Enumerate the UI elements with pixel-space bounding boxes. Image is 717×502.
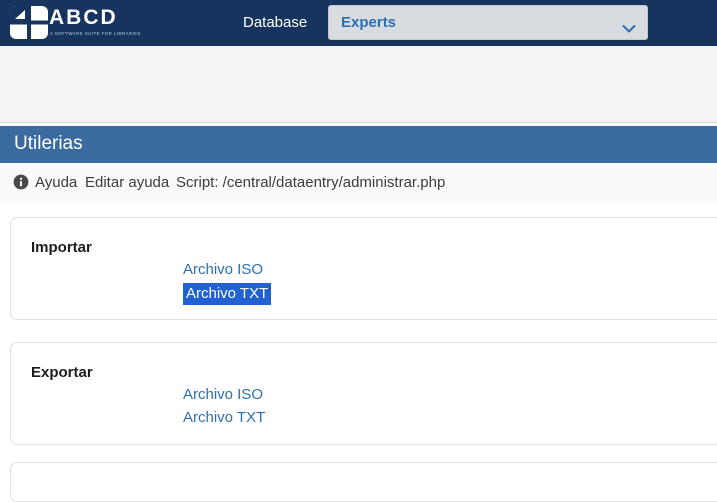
section-header: Utilerias bbox=[0, 126, 717, 163]
page-title: Utilerias bbox=[14, 133, 83, 155]
record-search-bar: Ir al registro Search by Palabras bbox=[0, 46, 717, 80]
script-path-label: Script: /central/dataentry/administrar.p… bbox=[176, 174, 445, 191]
database-label: Database bbox=[243, 14, 307, 31]
panel-links: Archivo ISO Archivo TXT bbox=[183, 385, 265, 428]
link-importar-archivo-iso[interactable]: Archivo ISO bbox=[183, 260, 263, 280]
help-link[interactable]: Ayuda bbox=[35, 174, 77, 191]
top-bar: ABCD A SOFTWARE SUITE FOR LIBRARIES Data… bbox=[0, 0, 717, 46]
link-exportar-archivo-iso[interactable]: Archivo ISO bbox=[183, 385, 263, 405]
database-select[interactable]: Experts bbox=[328, 5, 648, 40]
panel-next bbox=[10, 462, 717, 502]
panel-title: Exportar bbox=[31, 364, 93, 381]
panel-exportar: Exportar Archivo ISO Archivo TXT bbox=[10, 342, 717, 445]
panel-importar: Importar Archivo ISO Archivo TXT bbox=[10, 217, 717, 320]
link-exportar-archivo-txt[interactable]: Archivo TXT bbox=[183, 408, 265, 428]
logo-wordmark: ABCD bbox=[49, 6, 118, 30]
info-icon bbox=[13, 174, 29, 195]
panel-title: Importar bbox=[31, 239, 92, 256]
help-bar: Ayuda Editar ayuda Script: /central/data… bbox=[0, 163, 717, 201]
toolbar: Mfn bbox=[0, 80, 717, 123]
link-importar-archivo-txt[interactable]: Archivo TXT bbox=[183, 283, 271, 305]
panel-links: Archivo ISO Archivo TXT bbox=[183, 260, 271, 305]
logo-tagline: A SOFTWARE SUITE FOR LIBRARIES bbox=[50, 31, 141, 36]
chevron-down-icon bbox=[622, 20, 636, 38]
abcd-logo-icon[interactable] bbox=[10, 6, 48, 44]
edit-help-link[interactable]: Editar ayuda bbox=[85, 174, 169, 191]
database-select-value: Experts bbox=[341, 14, 396, 31]
